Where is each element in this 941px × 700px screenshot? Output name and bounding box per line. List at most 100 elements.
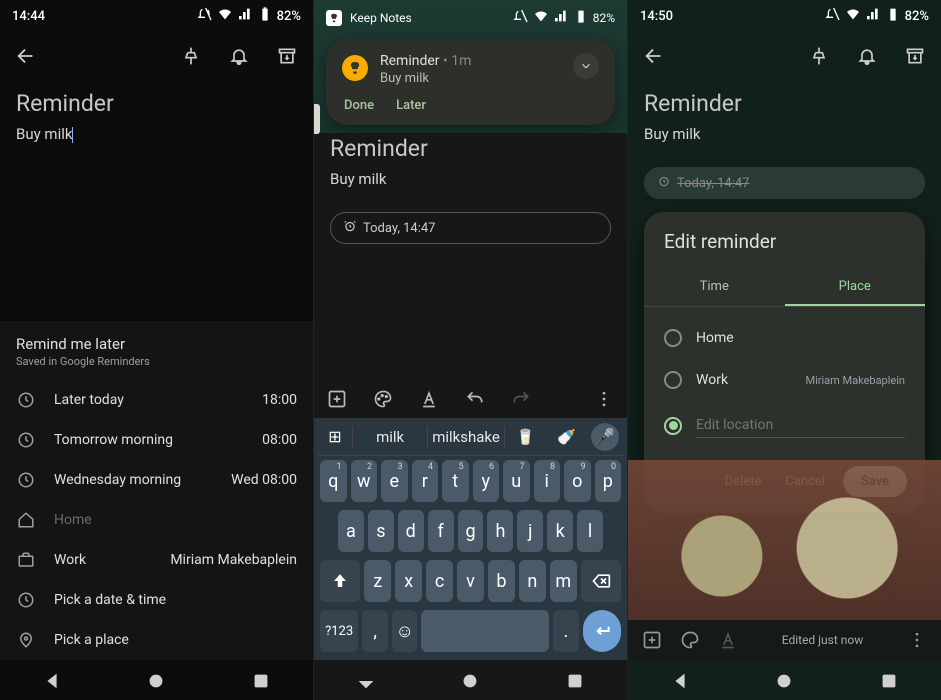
key-j[interactable]: j <box>517 510 543 552</box>
symbols-key[interactable]: ?123 <box>320 610 358 652</box>
note-title[interactable]: Reminder <box>314 133 627 166</box>
keyboard-menu-icon[interactable]: ⊞ <box>318 427 352 446</box>
remind-row-home[interactable]: Home <box>0 500 313 540</box>
suggestion[interactable]: milkshake <box>428 420 504 454</box>
note-body[interactable]: Buy milk <box>0 121 313 161</box>
nav-recents-icon[interactable] <box>878 670 900 692</box>
key-r[interactable]: r4 <box>412 460 439 502</box>
enter-key[interactable] <box>583 610 621 652</box>
key-q[interactable]: q1 <box>320 460 347 502</box>
key-x[interactable]: x <box>395 560 422 602</box>
dnd-icon <box>825 6 841 26</box>
nav-back-icon[interactable] <box>41 670 63 692</box>
undo-icon[interactable] <box>464 388 486 410</box>
key-v[interactable]: v <box>457 560 484 602</box>
key-m[interactable]: m <box>550 560 577 602</box>
nav-recents-icon[interactable] <box>564 670 586 692</box>
key-e[interactable]: e3 <box>381 460 408 502</box>
key-g[interactable]: g <box>458 510 484 552</box>
key-h[interactable]: h <box>487 510 513 552</box>
emoji-key[interactable]: ☺ <box>392 610 418 652</box>
pin-icon[interactable] <box>805 42 833 70</box>
remind-row-pick-date[interactable]: Pick a date & time <box>0 580 313 620</box>
system-nav <box>628 660 941 700</box>
more-icon[interactable] <box>593 388 615 410</box>
remind-row-pick-place[interactable]: Pick a place <box>0 620 313 660</box>
signal-icon <box>553 8 569 27</box>
reminder-chip[interactable]: Today, 14:47 <box>330 212 611 244</box>
shift-key[interactable] <box>320 560 360 602</box>
reminder-chip[interactable]: Today, 14:47 <box>644 167 925 199</box>
notif-action-later[interactable]: Later <box>396 98 426 113</box>
remind-row-later-today[interactable]: Later today 18:00 <box>0 380 313 420</box>
note-body[interactable]: Buy milk <box>314 166 627 206</box>
mic-icon[interactable]: 🎤 <box>591 423 619 451</box>
suggestion-emoji[interactable]: 🍼 <box>546 420 587 454</box>
system-nav <box>314 660 627 700</box>
keep-icon <box>326 10 342 26</box>
space-key[interactable] <box>421 610 549 652</box>
suggestion-emoji[interactable]: 🥛 <box>505 420 546 454</box>
nav-home-icon[interactable] <box>459 670 481 692</box>
more-icon[interactable] <box>907 630 927 650</box>
back-icon[interactable] <box>640 42 668 70</box>
key-b[interactable]: b <box>488 560 515 602</box>
nav-back-icon[interactable] <box>669 670 691 692</box>
key-n[interactable]: n <box>519 560 546 602</box>
key-o[interactable]: o9 <box>564 460 591 502</box>
backspace-key[interactable] <box>581 560 621 602</box>
key-z[interactable]: z <box>364 560 391 602</box>
key-w[interactable]: w2 <box>351 460 378 502</box>
clock-icon <box>16 430 36 450</box>
notif-action-done[interactable]: Done <box>344 98 374 113</box>
key-u[interactable]: u7 <box>503 460 530 502</box>
palette-icon[interactable] <box>372 388 394 410</box>
battery-icon <box>257 6 273 26</box>
comma-key[interactable]: , <box>362 610 388 652</box>
archive-icon[interactable] <box>273 42 301 70</box>
remind-row-tomorrow[interactable]: Tomorrow morning 08:00 <box>0 420 313 460</box>
nav-back-icon[interactable] <box>355 670 377 692</box>
text-format-icon[interactable] <box>418 388 440 410</box>
reminder-icon[interactable] <box>853 42 881 70</box>
key-l[interactable]: l <box>577 510 603 552</box>
note-title[interactable]: Reminder <box>0 84 313 121</box>
note-body[interactable]: Buy milk <box>628 121 941 161</box>
key-p[interactable]: p0 <box>595 460 622 502</box>
remind-row-work[interactable]: Work Miriam Makebaplein <box>0 540 313 580</box>
signal-icon <box>865 6 881 26</box>
period-key[interactable]: . <box>553 610 579 652</box>
reminder-icon[interactable] <box>225 42 253 70</box>
key-t[interactable]: t5 <box>442 460 469 502</box>
note-title[interactable]: Reminder <box>628 84 941 121</box>
option-work[interactable]: Work Miriam Makebaplein <box>664 359 905 401</box>
nav-home-icon[interactable] <box>773 670 795 692</box>
back-icon[interactable] <box>12 42 40 70</box>
archive-icon[interactable] <box>901 42 929 70</box>
nav-recents-icon[interactable] <box>250 670 272 692</box>
remind-row-wednesday[interactable]: Wednesday morning Wed 08:00 <box>0 460 313 500</box>
pin-icon[interactable] <box>177 42 205 70</box>
add-box-icon[interactable] <box>326 388 348 410</box>
tab-place[interactable]: Place <box>785 269 926 306</box>
suggestion[interactable]: milk <box>353 420 427 454</box>
key-d[interactable]: d <box>398 510 424 552</box>
key-a[interactable]: a <box>338 510 364 552</box>
key-y[interactable]: y6 <box>473 460 500 502</box>
nav-home-icon[interactable] <box>145 670 167 692</box>
radio-icon <box>664 417 682 435</box>
add-box-icon[interactable] <box>642 630 662 650</box>
option-home[interactable]: Home <box>664 317 905 359</box>
tab-time[interactable]: Time <box>644 269 785 306</box>
option-edit-location[interactable] <box>664 401 905 450</box>
key-f[interactable]: f <box>428 510 454 552</box>
wifi-icon <box>845 6 861 26</box>
chevron-down-icon[interactable] <box>573 53 599 79</box>
key-k[interactable]: k <box>547 510 573 552</box>
palette-icon[interactable] <box>680 630 700 650</box>
edit-location-input[interactable] <box>696 413 905 438</box>
notification-card[interactable]: Reminder • 1m Buy milk Done Later <box>326 39 615 125</box>
key-i[interactable]: i8 <box>534 460 561 502</box>
key-c[interactable]: c <box>426 560 453 602</box>
key-s[interactable]: s <box>368 510 394 552</box>
